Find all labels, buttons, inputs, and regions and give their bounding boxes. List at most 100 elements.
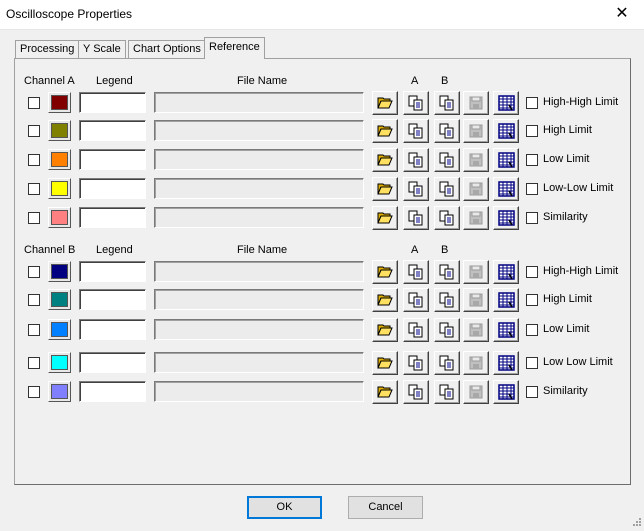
- tab-chart-options[interactable]: Chart Options: [128, 40, 206, 58]
- file-name-field[interactable]: [154, 207, 364, 228]
- color-picker-button[interactable]: [48, 319, 71, 340]
- file-name-field[interactable]: [154, 261, 364, 282]
- limit-checkbox[interactable]: [526, 125, 538, 137]
- copy-a-button[interactable]: [403, 318, 429, 342]
- open-file-button[interactable]: [372, 318, 398, 342]
- table-button[interactable]: [493, 351, 519, 375]
- color-picker-button[interactable]: [48, 289, 71, 310]
- save-button[interactable]: [463, 351, 489, 375]
- enable-checkbox[interactable]: [28, 183, 40, 195]
- open-file-button[interactable]: [372, 91, 398, 115]
- file-name-field[interactable]: [154, 352, 364, 373]
- file-name-field[interactable]: [154, 319, 364, 340]
- legend-field[interactable]: [79, 149, 146, 170]
- legend-field[interactable]: [79, 207, 146, 228]
- save-button[interactable]: [463, 91, 489, 115]
- open-file-button[interactable]: [372, 260, 398, 284]
- copy-b-button[interactable]: [434, 148, 460, 172]
- legend-field[interactable]: [79, 178, 146, 199]
- limit-checkbox[interactable]: [526, 183, 538, 195]
- open-file-button[interactable]: [372, 351, 398, 375]
- copy-a-button[interactable]: [403, 148, 429, 172]
- color-picker-button[interactable]: [48, 120, 71, 141]
- limit-checkbox[interactable]: [526, 154, 538, 166]
- enable-checkbox[interactable]: [28, 324, 40, 336]
- enable-checkbox[interactable]: [28, 212, 40, 224]
- limit-checkbox[interactable]: [526, 97, 538, 109]
- legend-field[interactable]: [79, 261, 146, 282]
- legend-field[interactable]: [79, 120, 146, 141]
- file-name-field[interactable]: [154, 149, 364, 170]
- legend-field[interactable]: [79, 381, 146, 402]
- open-file-button[interactable]: [372, 206, 398, 230]
- save-button[interactable]: [463, 148, 489, 172]
- enable-checkbox[interactable]: [28, 294, 40, 306]
- enable-checkbox[interactable]: [28, 125, 40, 137]
- save-button[interactable]: [463, 177, 489, 201]
- copy-b-button[interactable]: [434, 119, 460, 143]
- legend-field[interactable]: [79, 289, 146, 310]
- copy-a-button[interactable]: [403, 91, 429, 115]
- color-picker-button[interactable]: [48, 178, 71, 199]
- legend-field[interactable]: [79, 352, 146, 373]
- copy-b-button[interactable]: [434, 318, 460, 342]
- close-icon[interactable]: ✕: [600, 0, 644, 30]
- copy-b-button[interactable]: [434, 288, 460, 312]
- open-file-button[interactable]: [372, 177, 398, 201]
- file-name-field[interactable]: [154, 178, 364, 199]
- table-button[interactable]: [493, 177, 519, 201]
- limit-checkbox[interactable]: [526, 266, 538, 278]
- enable-checkbox[interactable]: [28, 97, 40, 109]
- copy-a-button[interactable]: [403, 380, 429, 404]
- cancel-button[interactable]: Cancel: [348, 496, 423, 519]
- copy-b-button[interactable]: [434, 177, 460, 201]
- save-button[interactable]: [463, 318, 489, 342]
- table-button[interactable]: [493, 206, 519, 230]
- copy-b-button[interactable]: [434, 91, 460, 115]
- copy-a-button[interactable]: [403, 177, 429, 201]
- copy-a-button[interactable]: [403, 119, 429, 143]
- table-button[interactable]: [493, 380, 519, 404]
- open-file-button[interactable]: [372, 148, 398, 172]
- save-button[interactable]: [463, 380, 489, 404]
- tab-reference[interactable]: Reference: [204, 37, 265, 59]
- copy-a-button[interactable]: [403, 260, 429, 284]
- file-name-field[interactable]: [154, 120, 364, 141]
- file-name-field[interactable]: [154, 381, 364, 402]
- file-name-field[interactable]: [154, 289, 364, 310]
- enable-checkbox[interactable]: [28, 386, 40, 398]
- resize-grip-icon[interactable]: [630, 517, 642, 529]
- legend-field[interactable]: [79, 92, 146, 113]
- color-picker-button[interactable]: [48, 92, 71, 113]
- limit-checkbox[interactable]: [526, 357, 538, 369]
- copy-b-button[interactable]: [434, 380, 460, 404]
- limit-checkbox[interactable]: [526, 386, 538, 398]
- enable-checkbox[interactable]: [28, 266, 40, 278]
- open-file-button[interactable]: [372, 288, 398, 312]
- color-picker-button[interactable]: [48, 149, 71, 170]
- color-picker-button[interactable]: [48, 261, 71, 282]
- table-button[interactable]: [493, 260, 519, 284]
- limit-checkbox[interactable]: [526, 212, 538, 224]
- file-name-field[interactable]: [154, 92, 364, 113]
- table-button[interactable]: [493, 288, 519, 312]
- enable-checkbox[interactable]: [28, 357, 40, 369]
- copy-b-button[interactable]: [434, 206, 460, 230]
- color-picker-button[interactable]: [48, 352, 71, 373]
- save-button[interactable]: [463, 206, 489, 230]
- table-button[interactable]: [493, 119, 519, 143]
- table-button[interactable]: [493, 91, 519, 115]
- table-button[interactable]: [493, 318, 519, 342]
- legend-field[interactable]: [79, 319, 146, 340]
- open-file-button[interactable]: [372, 119, 398, 143]
- tab-processing[interactable]: Processing: [15, 40, 80, 58]
- enable-checkbox[interactable]: [28, 154, 40, 166]
- ok-button[interactable]: OK: [247, 496, 322, 519]
- table-button[interactable]: [493, 148, 519, 172]
- copy-b-button[interactable]: [434, 351, 460, 375]
- copy-a-button[interactable]: [403, 288, 429, 312]
- limit-checkbox[interactable]: [526, 294, 538, 306]
- copy-a-button[interactable]: [403, 351, 429, 375]
- save-button[interactable]: [463, 288, 489, 312]
- copy-a-button[interactable]: [403, 206, 429, 230]
